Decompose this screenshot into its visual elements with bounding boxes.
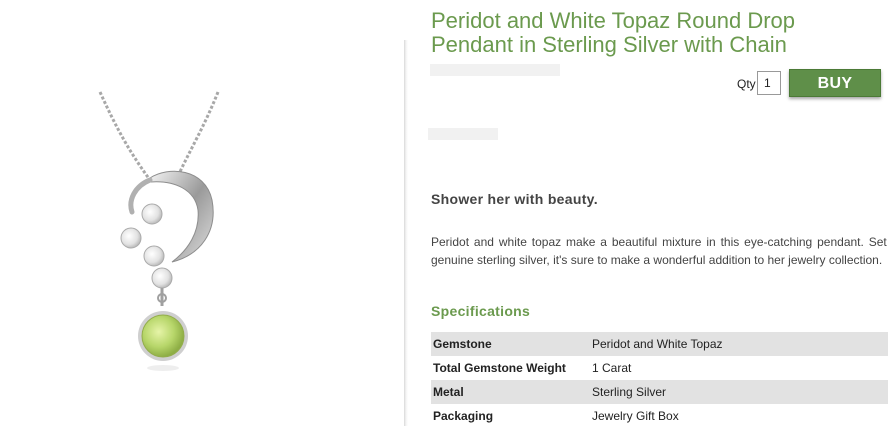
chain-right (176, 91, 220, 177)
spec-row: Total Gemstone Weight 1 Carat (431, 356, 888, 380)
qty-input[interactable] (757, 71, 781, 95)
spec-label: Gemstone (431, 332, 588, 356)
specifications-heading: Specifications (431, 303, 531, 319)
spec-row: Gemstone Peridot and White Topaz (431, 332, 888, 356)
tagline: Shower her with beauty. (431, 191, 598, 207)
faded-text (430, 64, 560, 76)
spec-value: Sterling Silver (588, 380, 888, 404)
specifications-table: Gemstone Peridot and White Topaz Total G… (431, 332, 888, 428)
spec-row: Packaging Jewelry Gift Box (431, 404, 888, 428)
product-image-panel (0, 0, 404, 426)
white-topaz-stone (120, 227, 142, 249)
white-topaz-stone (143, 245, 165, 267)
spec-value: Peridot and White Topaz (588, 332, 888, 356)
pendant-icon (98, 91, 220, 371)
spec-label: Total Gemstone Weight (433, 361, 566, 375)
spec-value: 1 Carat (592, 361, 632, 375)
spec-value: Jewelry Gift Box (592, 409, 679, 423)
product-description: Peridot and white topaz make a beautiful… (431, 235, 888, 267)
buy-now-button[interactable]: BUY NOW (789, 69, 881, 118)
qty-label: Qty (737, 77, 756, 91)
faded-text (428, 128, 498, 140)
white-topaz-stone (141, 203, 163, 225)
product-title: Peridot and White Topaz Round Drop Penda… (431, 8, 796, 57)
spec-label: Packaging (433, 409, 494, 423)
spec-row: Metal Sterling Silver (431, 380, 888, 404)
chain-left (98, 91, 152, 181)
spec-label: Metal (431, 380, 588, 404)
white-topaz-stone (151, 267, 173, 289)
panel-divider (404, 40, 408, 426)
